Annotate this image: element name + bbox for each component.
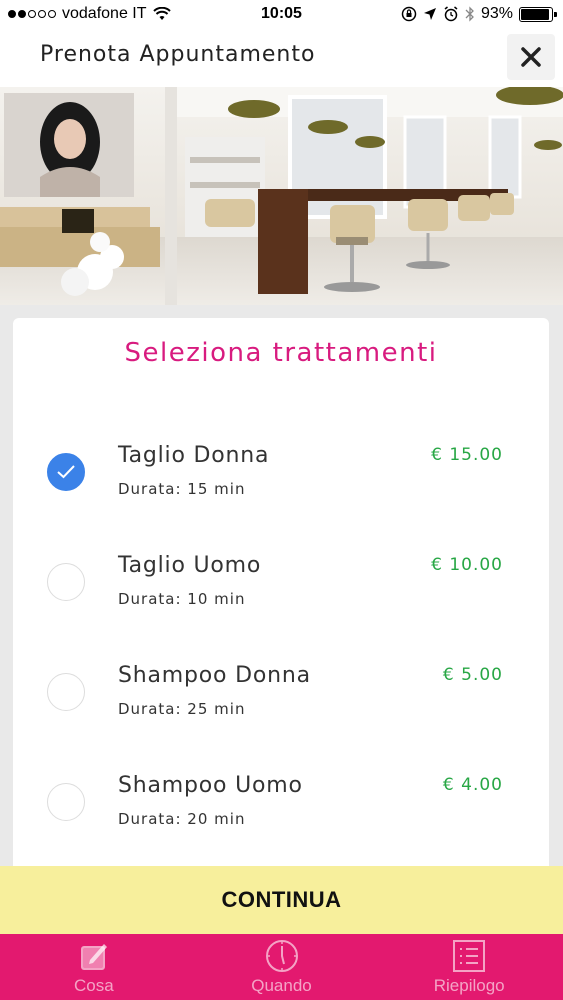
tab-label: Riepilogo bbox=[433, 976, 505, 995]
tab-label: Quando bbox=[251, 976, 312, 995]
treatment-duration: Durata: 10 min bbox=[118, 590, 246, 608]
alarm-icon bbox=[444, 6, 458, 22]
salon-photo bbox=[0, 87, 563, 305]
treatment-item[interactable]: Shampoo Donna Durata: 25 min € 5.00 bbox=[13, 653, 549, 753]
treatment-item[interactable]: Shampoo Uomo Durata: 20 min € 4.00 bbox=[13, 763, 549, 863]
status-bar: vodafone IT 10:05 93% bbox=[0, 0, 563, 30]
treatment-price: € 15.00 bbox=[431, 445, 503, 465]
battery-icon bbox=[519, 6, 557, 22]
status-icons: 93% bbox=[401, 5, 557, 23]
treatments-card: Seleziona trattamenti Taglio Donna Durat… bbox=[13, 318, 549, 878]
checkbox-unchecked[interactable] bbox=[47, 783, 85, 821]
treatment-name: Taglio Donna bbox=[118, 443, 270, 468]
treatment-price: € 4.00 bbox=[442, 775, 503, 795]
treatment-price: € 5.00 bbox=[442, 665, 503, 685]
continue-button[interactable]: CONTINUA bbox=[0, 866, 563, 934]
close-icon bbox=[521, 47, 541, 67]
treatment-duration: Durata: 15 min bbox=[118, 480, 246, 498]
close-button[interactable] bbox=[507, 34, 555, 80]
treatment-name: Shampoo Donna bbox=[118, 663, 311, 688]
bluetooth-icon bbox=[465, 6, 474, 22]
list-icon bbox=[453, 940, 486, 972]
treatment-price: € 10.00 bbox=[431, 555, 503, 575]
page-title: Prenota Appuntamento bbox=[40, 42, 316, 67]
treatment-duration: Durata: 25 min bbox=[118, 700, 246, 718]
checkbox-unchecked[interactable] bbox=[47, 563, 85, 601]
location-icon bbox=[423, 8, 436, 20]
clock-icon bbox=[265, 940, 298, 972]
checkbox-unchecked[interactable] bbox=[47, 673, 85, 711]
card-title: Seleziona trattamenti bbox=[124, 338, 438, 368]
tab-label: Cosa bbox=[73, 976, 114, 995]
battery-fill bbox=[521, 8, 549, 20]
rotation-lock-icon bbox=[401, 6, 417, 22]
edit-icon bbox=[80, 944, 107, 970]
treatment-item[interactable]: Taglio Uomo Durata: 10 min € 10.00 bbox=[13, 543, 549, 643]
checkmark-icon bbox=[57, 465, 75, 479]
treatment-duration: Durata: 20 min bbox=[118, 810, 246, 828]
checkbox-checked[interactable] bbox=[47, 453, 85, 491]
battery-percent: 93% bbox=[480, 5, 513, 22]
tab-riepilogo[interactable]: Riepilogo bbox=[375, 934, 563, 1000]
treatment-item[interactable]: Taglio Donna Durata: 15 min € 15.00 bbox=[13, 433, 549, 533]
tab-cosa[interactable]: Cosa bbox=[0, 934, 188, 1000]
tab-quando[interactable]: Quando bbox=[188, 934, 376, 1000]
treatment-name: Shampoo Uomo bbox=[118, 773, 303, 798]
tab-bar: Cosa Quando Riepilogo bbox=[0, 934, 563, 1000]
treatment-name: Taglio Uomo bbox=[118, 553, 262, 578]
header: Prenota Appuntamento bbox=[0, 30, 563, 87]
